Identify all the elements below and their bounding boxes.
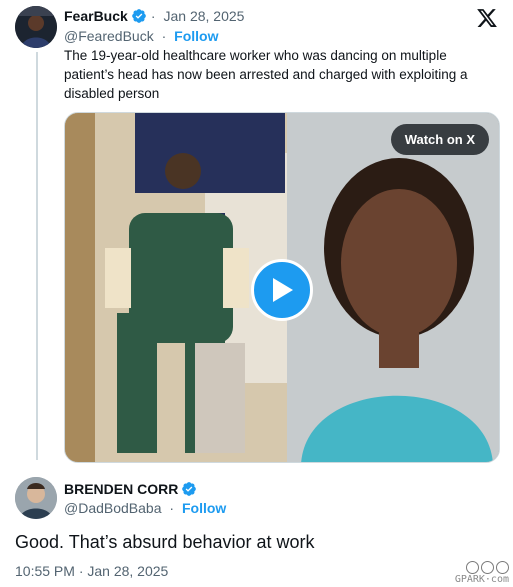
follow-button[interactable]: Follow [174, 28, 218, 44]
watermark-text: GPARK·com [454, 574, 509, 585]
watermark: GPARK·com [455, 561, 509, 585]
reply-author-display-name[interactable]: BRENDEN CORR [64, 481, 178, 497]
avatar-fearbuck[interactable] [15, 6, 57, 48]
verified-badge-icon [181, 481, 197, 497]
author-handle-row: @FearedBuck · Follow [64, 28, 218, 44]
reply-author-name-row: BRENDEN CORR [64, 479, 197, 499]
watch-on-x-button[interactable]: Watch on X [390, 124, 489, 155]
reply-text: Good. That’s absurd behavior at work [15, 532, 315, 552]
post-date[interactable]: Jan 28, 2025 [163, 8, 244, 24]
reply-follow-button[interactable]: Follow [182, 500, 226, 516]
author-name-row: FearBuck · Jan 28, 2025 [64, 6, 244, 26]
avatar-brenden-corr[interactable] [15, 477, 57, 519]
video-media[interactable]: Watch on X [64, 112, 500, 463]
reply-handle-separator: · [169, 500, 175, 516]
date-separator: · [150, 8, 156, 24]
handle-separator: · [161, 28, 167, 44]
x-logo-icon[interactable] [476, 7, 498, 29]
author-handle[interactable]: @FearedBuck [64, 28, 154, 44]
reply-author-handle-row: @DadBodBaba · Follow [64, 500, 226, 516]
tweet-embed: FearBuck · Jan 28, 2025 @FearedBuck · Fo… [0, 0, 513, 587]
author-display-name[interactable]: FearBuck [64, 8, 128, 24]
thread-line [36, 52, 38, 460]
tweet-text: The 19-year-old healthcare worker who wa… [64, 48, 468, 101]
reply-timestamp[interactable]: 10:55 PM · Jan 28, 2025 [15, 563, 168, 579]
play-icon[interactable] [251, 259, 313, 321]
video-frame-right [287, 113, 499, 462]
watermark-icons [455, 561, 509, 574]
verified-badge-icon [131, 8, 147, 24]
reply-author-handle[interactable]: @DadBodBaba [64, 500, 162, 516]
